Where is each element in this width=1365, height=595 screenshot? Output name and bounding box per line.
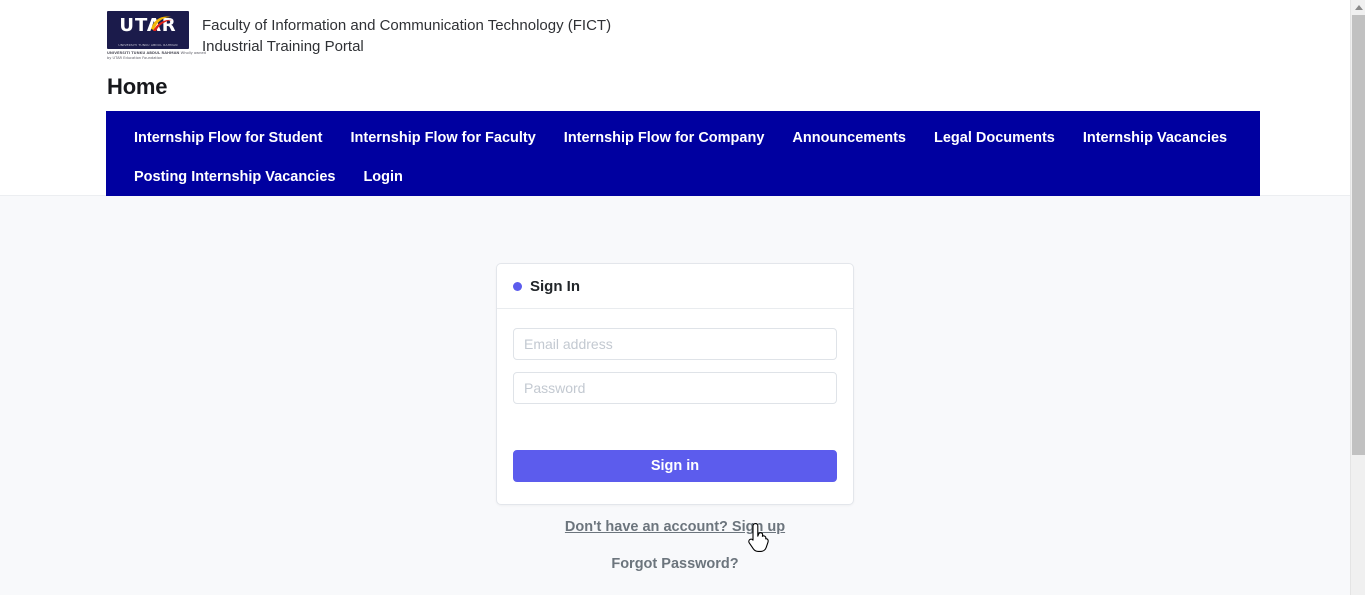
utar-logo-box: UTAR UNIVERSITI TUNKU ABDUL RAHMAN <box>107 11 189 49</box>
brand-row: UTAR UNIVERSITI TUNKU ABDUL RAHMAN UNIVE… <box>0 0 1350 60</box>
utar-caption-bold: UNIVERSITI TUNKU ABDUL RAHMAN <box>107 51 180 55</box>
nav-item-announcements[interactable]: Announcements <box>778 119 920 158</box>
site-header: UTAR UNIVERSITI TUNKU ABDUL RAHMAN UNIVE… <box>0 0 1350 207</box>
auth-helper-links: Don't have an account? Sign up Forgot Pa… <box>0 518 1350 573</box>
main-content: Sign In Sign in Don't have an account? S… <box>0 196 1350 595</box>
sign-in-card: Sign In Sign in <box>496 263 854 505</box>
faculty-title: Faculty of Information and Communication… <box>202 17 612 34</box>
nav-item-internship-flow-faculty[interactable]: Internship Flow for Faculty <box>337 119 550 158</box>
sign-in-title: Sign In <box>530 278 580 295</box>
forgot-password-link[interactable]: Forgot Password? <box>0 555 1350 573</box>
sign-in-button[interactable]: Sign in <box>513 450 837 482</box>
utar-logo: UTAR UNIVERSITI TUNKU ABDUL RAHMAN UNIVE… <box>107 11 206 60</box>
nav-item-legal-documents[interactable]: Legal Documents <box>920 119 1069 158</box>
portal-subtitle: Industrial Training Portal <box>202 38 364 55</box>
utar-logo-caption: UNIVERSITI TUNKU ABDUL RAHMAN Wholly own… <box>107 51 207 60</box>
sign-in-card-header: Sign In <box>497 264 853 309</box>
nav-item-internship-flow-company[interactable]: Internship Flow for Company <box>550 119 779 158</box>
nav-item-internship-vacancies[interactable]: Internship Vacancies <box>1069 119 1241 158</box>
sign-in-card-body: Sign in <box>497 309 853 504</box>
vertical-scrollbar[interactable] <box>1350 0 1365 595</box>
page-viewport: UTAR UNIVERSITI TUNKU ABDUL RAHMAN UNIVE… <box>0 0 1350 595</box>
navbar-row-second: Posting Internship Vacancies Login <box>106 158 1260 197</box>
password-field[interactable] <box>513 372 837 404</box>
nav-item-posting-internship-vacancies[interactable]: Posting Internship Vacancies <box>120 158 349 197</box>
navbar-row: Internship Flow for Student Internship F… <box>106 119 1260 158</box>
email-field[interactable] <box>513 328 837 360</box>
page-title: Home <box>107 74 168 100</box>
scroll-up-arrow-icon[interactable] <box>1351 0 1365 15</box>
main-navbar: Internship Flow for Student Internship F… <box>106 111 1260 207</box>
utar-swoosh-icon <box>151 16 172 31</box>
utar-logo-subtext: UNIVERSITI TUNKU ABDUL RAHMAN <box>118 43 178 47</box>
nav-item-internship-flow-student[interactable]: Internship Flow for Student <box>120 119 337 158</box>
sign-up-link[interactable]: Don't have an account? Sign up <box>565 518 785 536</box>
site-title-block: Faculty of Information and Communication… <box>202 9 611 57</box>
nav-item-login[interactable]: Login <box>349 158 416 197</box>
scrollbar-thumb[interactable] <box>1352 15 1365 455</box>
status-dot-icon <box>513 282 522 291</box>
